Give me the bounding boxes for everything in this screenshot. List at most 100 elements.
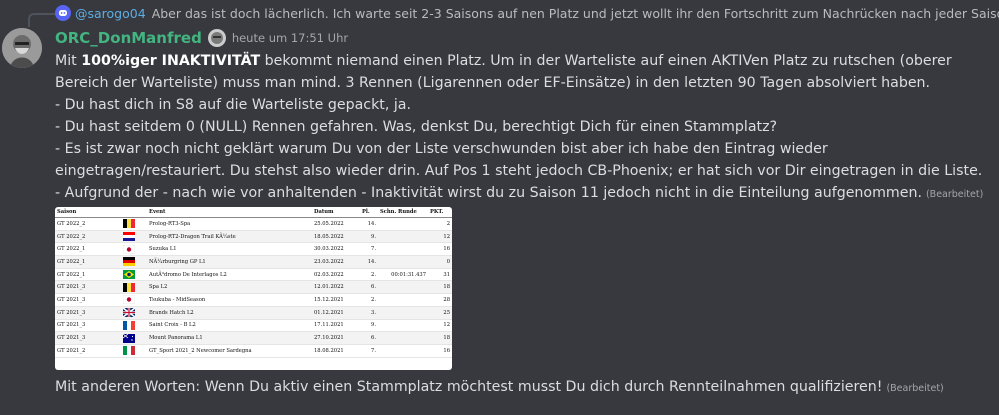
table-cell — [378, 217, 428, 231]
table-cell: Prolog-RT3-Spa — [147, 217, 312, 231]
results-table: Saison Event Datum Pl. Schn. Runde PKT. GT 20… — [55, 207, 452, 358]
table-cell: Brands Hatch L2 — [147, 306, 312, 320]
column-header: Pl. — [360, 207, 378, 218]
table-cell: 14. — [360, 255, 378, 269]
table-cell: Suzuka L1 — [147, 242, 312, 257]
table-cell: GT 2022_2 — [55, 217, 121, 231]
table-cell: Tsukuba - MidSeason — [147, 293, 312, 307]
table-cell: Prolog-RT2-Dragon Trail KÃ¼ste — [147, 230, 312, 244]
table-cell: 0 — [428, 255, 452, 269]
column-header: Saison — [55, 207, 121, 218]
table-body: GT 2022_2 Prolog-RT3-Spa 25.05.2022 14. 2 GT … — [55, 217, 452, 358]
table-cell — [378, 242, 428, 257]
table-cell: Saint Croix - B L2 — [147, 319, 312, 333]
table-cell: Mount Panorama L1 — [147, 331, 312, 345]
table-row: GT 2021_3 Brands Hatch L2 01.12.2021 3. 25 — [55, 306, 452, 320]
table-cell — [378, 293, 428, 307]
table-cell: 15.12.2021 — [312, 293, 360, 307]
message-content: Mit 100%iger INAKTIVITÄT bekommt niemand… — [55, 50, 990, 206]
table-cell: 16 — [428, 344, 452, 358]
table-cell: NÃ¼rburgring GP L1 — [147, 255, 312, 269]
table-cell: 18 — [428, 280, 452, 295]
brazil-flag-icon — [121, 268, 147, 282]
table-cell: 23.03.2022 — [312, 255, 360, 269]
table-cell: GT 2022_1 — [55, 268, 121, 282]
uk-flag-icon — [121, 306, 147, 320]
table-cell: Spa L2 — [147, 280, 312, 295]
table-cell: 12.01.2022 — [312, 280, 360, 295]
message-line-3: - Du hast seitdem 0 (NULL) Rennen gefahr… — [55, 119, 778, 135]
table-cell: 25.05.2022 — [312, 217, 360, 231]
japan-flag-icon — [121, 293, 147, 307]
reply-preview[interactable]: @sarogo04 Aber das ist doch lächerlich. … — [55, 0, 999, 26]
table-cell: 25 — [428, 306, 452, 320]
column-header: Datum — [312, 207, 360, 218]
table-row: GT 2022_2 Prolog-RT3-Spa 25.05.2022 14. 2 — [55, 217, 452, 231]
bold-text: 100%iger INAKTIVITÄT — [81, 53, 261, 69]
table-cell: 3. — [360, 306, 378, 320]
table-cell — [378, 319, 428, 333]
italy-flag-icon — [121, 344, 147, 358]
table-cell: GT 2021_3 — [55, 293, 121, 307]
table-cell: 30.03.2022 — [312, 242, 360, 257]
table-cell — [378, 331, 428, 345]
reply-spine — [28, 13, 56, 27]
table-cell — [378, 280, 428, 295]
table-cell — [378, 344, 428, 358]
table-cell: GT 2021_3 — [55, 331, 121, 345]
table-cell: 7. — [360, 242, 378, 257]
belgium-flag-icon — [121, 217, 147, 231]
table-cell: 12 — [428, 230, 452, 244]
column-header: Event — [147, 207, 312, 218]
table-cell: GT 2021_3 — [55, 319, 121, 333]
table-cell — [378, 230, 428, 244]
table-cell: GT 2022_1 — [55, 255, 121, 269]
table-cell: 27.10.2021 — [312, 331, 360, 345]
table-cell: 01.12.2021 — [312, 306, 360, 320]
reply-text[interactable]: Aber das ist doch lächerlich. Ich warte … — [152, 6, 999, 21]
table-cell — [378, 306, 428, 320]
avatar[interactable] — [2, 28, 42, 68]
column-header: PKT. — [428, 207, 452, 218]
column-header: Schn. Runde — [378, 207, 428, 218]
text-segment: - Aufgrund der - nach wie vor anhaltende… — [55, 185, 922, 201]
text-segment: Mit — [55, 53, 82, 69]
table-cell: 31 — [428, 268, 452, 282]
table-cell: 7. — [360, 344, 378, 358]
table-cell: AutÃ³dromo De Interlagos L2 — [147, 268, 312, 282]
table-row: GT 2021_3 Tsukuba - MidSeason 15.12.2021 2.… — [55, 293, 452, 307]
table-cell: 00:01:31.437 — [378, 268, 428, 282]
table-cell: GT 2021_3 — [55, 280, 121, 295]
belgium-flag-icon — [121, 280, 147, 295]
table-row: GT 2022_2 Prolog-RT2-Dragon Trail KÃ¼ste 1… — [55, 230, 452, 244]
table-cell: 16 — [428, 242, 452, 257]
table-cell: 6. — [360, 331, 378, 345]
table-cell: 18.05.2022 — [312, 230, 360, 244]
table-cell: GT 2022_2 — [55, 230, 121, 244]
table-cell: 2. — [360, 293, 378, 307]
table-row: GT 2021_3 Mount Panorama L1 27.10.2021 6. 18 — [55, 331, 452, 345]
role-icon[interactable] — [207, 29, 226, 47]
message-line-2: - Du hast dich in S8 auf die Warteliste … — [55, 97, 412, 113]
japan-flag-icon — [121, 242, 147, 257]
table-cell: 12 — [428, 319, 452, 333]
table-row: GT 2022_1 NÃ¼rburgring GP L1 23.03.2022 14.… — [55, 255, 452, 269]
table-cell: 2 — [428, 217, 452, 231]
table-row: GT 2021_2 GT_Sport 2021_2 Newcomer Sardeg… — [55, 344, 452, 358]
table-cell: GT 2021_2 — [55, 344, 121, 358]
message-paragraph-1: Mit 100%iger INAKTIVITÄT bekommt niemand… — [55, 50, 990, 94]
table-row: GT 2021_3 Spa L2 12.01.2022 6. 18 — [55, 280, 452, 295]
table-cell: 9. — [360, 230, 378, 244]
table-row: GT 2022_1 Suzuka L1 30.03.2022 7. 16 — [55, 242, 452, 257]
table-cell: 9. — [360, 319, 378, 333]
image-attachment[interactable]: Saison Event Datum Pl. Schn. Runde PKT. GT 20… — [55, 207, 452, 370]
edited-marker: (Bearbeitet) — [886, 383, 944, 394]
table-cell: GT_Sport 2021_2 Newcomer Sardegna — [147, 344, 312, 358]
australia-flag-icon — [121, 331, 147, 345]
table-cell — [378, 255, 428, 269]
croatia-flag-icon — [121, 230, 147, 244]
reply-author[interactable]: @sarogo04 — [75, 6, 146, 21]
table-cell: 14. — [360, 217, 378, 231]
author-name[interactable]: ORC_DonManfred — [55, 29, 202, 47]
table-cell: 2. — [360, 268, 378, 282]
